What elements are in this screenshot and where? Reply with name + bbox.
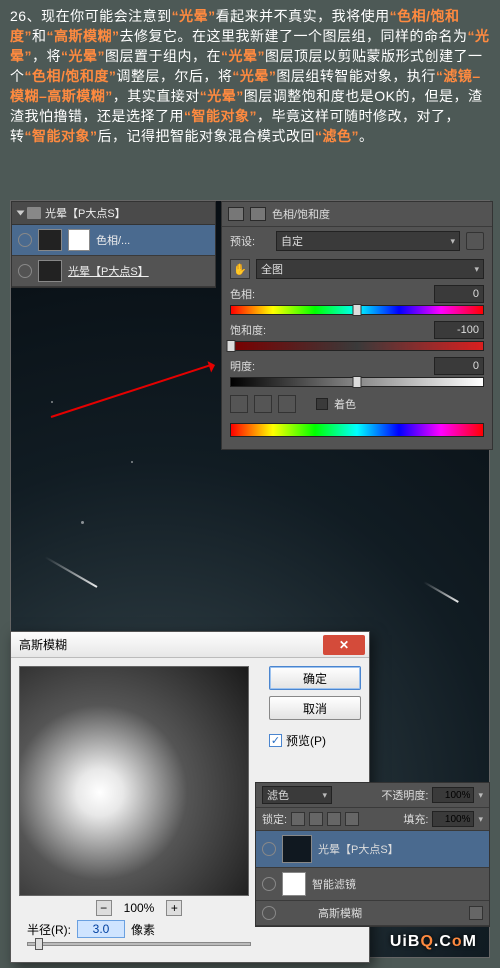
- canvas-background: 光晕【P大点S】 色相/... 光晕【P大点S】 色相/饱和度 预设: 自定 ▾: [10, 200, 490, 958]
- colorize-label: 着色: [334, 396, 356, 412]
- visibility-icon[interactable]: [18, 264, 32, 278]
- chevron-down-icon: ▾: [450, 236, 455, 247]
- layers-panel: 滤色 ▾ 不透明度: ▾ 锁定: 填充: ▾ 光晕【P大点S】: [255, 782, 490, 927]
- zoom-out-button[interactable]: −: [96, 900, 112, 916]
- panel-title: 色相/饱和度: [272, 206, 330, 222]
- layer-thumb: [38, 260, 62, 282]
- chevron-down-icon: ▾: [322, 790, 327, 801]
- saturation-slider[interactable]: [230, 341, 484, 351]
- image-layer-row[interactable]: 光晕【P大点S】: [12, 256, 215, 287]
- filter-name: 高斯模糊: [318, 905, 362, 921]
- layer-name: 光晕【P大点S】: [318, 841, 399, 857]
- lock-label: 锁定:: [262, 811, 287, 827]
- close-button[interactable]: ✕: [323, 635, 365, 655]
- visibility-icon[interactable]: [262, 842, 276, 856]
- hue-slider[interactable]: [230, 305, 484, 315]
- eyedropper-add-icon[interactable]: [254, 395, 272, 413]
- filter-mask-thumb: [282, 872, 306, 896]
- spectrum-bar: [230, 423, 484, 437]
- hue-saturation-panel: 色相/饱和度 预设: 自定 ▾ ✋ 全图 ▾ 色相:: [221, 201, 493, 450]
- fill-label: 填充:: [403, 811, 428, 827]
- zoom-value: 100%: [124, 901, 155, 915]
- preset-select[interactable]: 自定 ▾: [276, 231, 460, 251]
- dialog-title: 高斯模糊: [19, 636, 67, 653]
- lightness-label: 明度:: [230, 358, 255, 374]
- preview-checkbox-row[interactable]: ✓ 预览(P): [269, 732, 361, 749]
- blend-mode-select[interactable]: 滤色 ▾: [262, 786, 332, 804]
- watermark: UiBQ.CoM: [390, 933, 477, 951]
- reset-button[interactable]: [466, 232, 484, 250]
- lightness-input[interactable]: [434, 357, 484, 375]
- tutorial-step-paragraph: 26、现在你可能会注意到“光晕”看起来并不真实，我将使用“色相/饱和度”和“高斯…: [0, 0, 500, 156]
- lock-icon[interactable]: [345, 812, 359, 826]
- smart-object-layer-row[interactable]: 光晕【P大点S】: [256, 831, 489, 868]
- saturation-input[interactable]: [434, 321, 484, 339]
- slider-thumb[interactable]: [353, 304, 362, 316]
- layer-group-row[interactable]: 光晕【P大点S】: [12, 202, 215, 225]
- radius-slider[interactable]: [27, 942, 251, 946]
- blur-preview[interactable]: [19, 666, 249, 896]
- radius-label: 半径(R):: [27, 921, 71, 938]
- chevron-down-icon[interactable]: ▾: [478, 814, 483, 825]
- chevron-down-icon: ▾: [474, 264, 479, 275]
- checkbox-icon[interactable]: ✓: [269, 734, 282, 747]
- layer-name: 光晕【P大点S】: [68, 263, 149, 279]
- disclosure-triangle-icon[interactable]: [17, 211, 25, 216]
- visibility-icon[interactable]: [18, 233, 32, 247]
- panel-icon: [250, 207, 266, 221]
- visibility-icon[interactable]: [262, 877, 276, 891]
- saturation-label: 饱和度:: [230, 322, 266, 338]
- filter-item-row[interactable]: 高斯模糊: [256, 901, 489, 926]
- layer-group-name: 光晕【P大点S】: [45, 205, 126, 221]
- lock-all-icon[interactable]: [327, 812, 341, 826]
- layer-mask-thumb: [68, 229, 90, 251]
- slider-thumb[interactable]: [35, 938, 43, 950]
- hue-input[interactable]: [434, 285, 484, 303]
- layer-thumb: [282, 835, 312, 863]
- panel-icon: [228, 207, 244, 221]
- zoom-in-button[interactable]: +: [166, 900, 182, 916]
- opacity-input[interactable]: [432, 787, 474, 803]
- hand-tool-icon[interactable]: ✋: [230, 259, 250, 279]
- cancel-button[interactable]: 取消: [269, 696, 361, 720]
- radius-unit: 像素: [131, 921, 155, 938]
- eyedropper-icon[interactable]: [230, 395, 248, 413]
- lock-pixels-icon[interactable]: [291, 812, 305, 826]
- filter-options-icon[interactable]: [469, 906, 483, 920]
- lock-position-icon[interactable]: [309, 812, 323, 826]
- slider-thumb[interactable]: [227, 340, 236, 352]
- preset-label: 预设:: [230, 233, 270, 249]
- opacity-label: 不透明度:: [381, 787, 428, 803]
- ok-button[interactable]: 确定: [269, 666, 361, 690]
- adjustment-layer-row[interactable]: 色相/...: [12, 225, 215, 256]
- visibility-icon[interactable]: [262, 906, 276, 920]
- layers-mini-panel: 光晕【P大点S】 色相/... 光晕【P大点S】: [11, 201, 216, 288]
- range-select[interactable]: 全图 ▾: [256, 259, 484, 279]
- annotation-arrow: [51, 364, 213, 418]
- preview-label: 预览(P): [286, 732, 326, 749]
- fill-input[interactable]: [432, 811, 474, 827]
- folder-icon: [27, 207, 41, 219]
- smart-filters-label: 智能滤镜: [312, 876, 356, 892]
- layer-thumb: [38, 229, 62, 251]
- layer-name: 色相/...: [96, 232, 130, 248]
- colorize-checkbox[interactable]: [316, 398, 328, 410]
- smart-filters-row[interactable]: 智能滤镜: [256, 868, 489, 901]
- chevron-down-icon[interactable]: ▾: [478, 790, 483, 801]
- lightness-slider[interactable]: [230, 377, 484, 387]
- hue-label: 色相:: [230, 286, 255, 302]
- radius-input[interactable]: [77, 920, 125, 938]
- eyedropper-subtract-icon[interactable]: [278, 395, 296, 413]
- slider-thumb[interactable]: [353, 376, 362, 388]
